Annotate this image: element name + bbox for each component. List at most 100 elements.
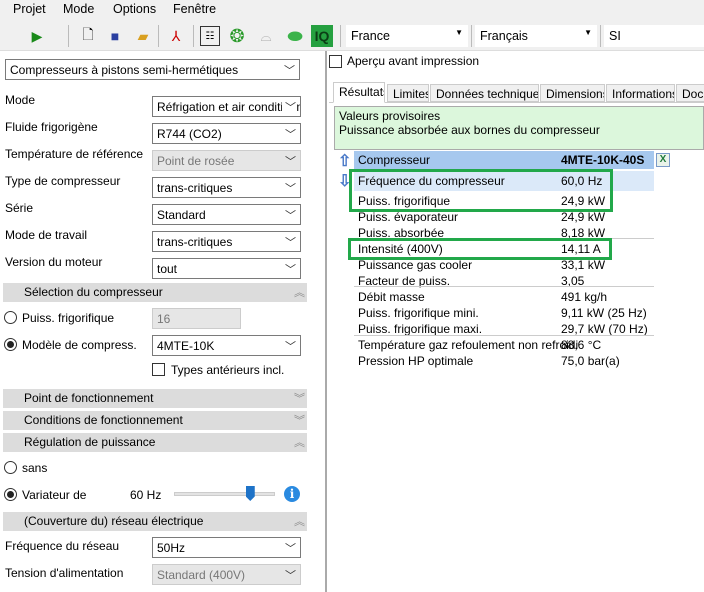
result-value: 9,11 kW (25 Hz): [561, 306, 647, 320]
collapse-icon[interactable]: ︽: [294, 284, 305, 300]
product-type-value: Compresseurs à pistons semi-hermétiques: [10, 63, 239, 77]
freq-reseau-value: 50Hz: [157, 541, 186, 555]
result-value: 88,6 °C: [561, 338, 602, 352]
radio-sans[interactable]: [4, 461, 17, 474]
tab[interactable]: Résultats: [333, 82, 385, 103]
tension-label: Tension d'alimentation: [5, 566, 124, 580]
field-label: Mode de travail: [5, 228, 88, 242]
field-value: Point de rosée: [157, 154, 235, 168]
result-label: Puiss. frigorifique mini.: [358, 306, 479, 320]
chevron-down-icon: ﹀: [282, 207, 296, 223]
field-value: R744 (CO2): [157, 127, 222, 141]
section-regulation-puissance[interactable]: Régulation de puissance ︽: [3, 433, 307, 452]
chevron-down-icon: ﹀: [282, 261, 296, 277]
open-folder-icon[interactable]: ▰: [133, 26, 153, 46]
section-conditions-fonctionnement[interactable]: Conditions de fonctionnement ︾: [3, 411, 307, 430]
field-select[interactable]: trans-critiques ﹀: [152, 231, 301, 252]
tab[interactable]: Informations: [606, 84, 675, 102]
country-select[interactable]: France ▼: [346, 25, 468, 47]
section-label: Régulation de puissance: [24, 435, 156, 449]
result-label: Puiss. frigorifique maxi.: [358, 322, 483, 336]
section-label: Point de fonctionnement: [24, 391, 154, 405]
expand-icon[interactable]: ︾: [294, 412, 305, 428]
field-value: Réfrigation et air conditionnement: [157, 100, 300, 114]
types-anterieurs-label: Types antérieurs incl.: [171, 363, 285, 377]
table-icon[interactable]: ☷: [200, 26, 220, 46]
language-select[interactable]: Français ▼: [475, 25, 597, 47]
sans-label: sans: [22, 461, 48, 475]
menu-fenetre[interactable]: Fenêtre: [173, 2, 216, 16]
chevron-down-icon: ﹀: [282, 99, 296, 115]
product-type-select[interactable]: Compresseurs à pistons semi-hermétiques ﹀: [5, 59, 300, 80]
info-icon[interactable]: i: [284, 486, 300, 502]
section-label: Conditions de fonctionnement: [24, 413, 183, 427]
menu-options[interactable]: Options: [113, 2, 156, 16]
iq-icon[interactable]: IQ: [311, 25, 333, 47]
excel-export-icon[interactable]: X: [656, 153, 670, 167]
modele-label: Modèle de compress.: [22, 338, 137, 352]
apercu-label: Aperçu avant impression: [347, 54, 480, 68]
field-select[interactable]: R744 (CO2) ﹀: [152, 123, 301, 144]
result-value: 75,0 bar(a): [561, 354, 620, 368]
puiss-value: 16: [157, 312, 171, 326]
collapse-icon[interactable]: ︽: [294, 513, 305, 529]
types-anterieurs-checkbox[interactable]: [152, 363, 165, 376]
field-label: Série: [5, 201, 34, 215]
chevron-down-icon: ﹀: [282, 540, 296, 556]
arrow-up-icon[interactable]: ⇧: [338, 151, 351, 171]
collapse-icon[interactable]: ︽: [294, 434, 305, 450]
pdf-icon[interactable]: ⅄: [166, 26, 186, 46]
condenser-icon[interactable]: ⌓: [256, 26, 276, 46]
expand-icon[interactable]: ︾: [294, 390, 305, 406]
puiss-frigorifique-input: 16: [152, 308, 241, 329]
chevron-down-icon: ﹀: [282, 180, 296, 196]
menu-projet[interactable]: Projet: [13, 2, 46, 16]
frequency-value: 60 Hz: [130, 488, 162, 502]
modele-select[interactable]: 4MTE-10K ﹀: [152, 335, 301, 356]
radio-variateur[interactable]: [4, 488, 17, 501]
chevron-down-icon: ﹀: [282, 234, 296, 250]
tab[interactable]: Données techniques: [430, 84, 539, 102]
units-select[interactable]: SI: [604, 25, 704, 47]
field-value: Standard: [157, 208, 206, 222]
radio-puiss-frigorifique[interactable]: [4, 311, 17, 324]
radio-modele-compress[interactable]: [4, 338, 17, 351]
field-select[interactable]: Standard ﹀: [152, 204, 301, 225]
chevron-down-icon: ﹀: [282, 567, 296, 583]
modele-value: 4MTE-10K: [157, 339, 215, 353]
section-point-fonctionnement[interactable]: Point de fonctionnement ︾: [3, 389, 307, 408]
tab[interactable]: Docu: [676, 84, 704, 102]
new-file-icon[interactable]: 🗋: [78, 26, 98, 46]
units-value: SI: [609, 29, 621, 43]
result-label: Débit masse: [358, 290, 425, 304]
frequency-slider[interactable]: [174, 492, 275, 496]
section-reseau-electrique[interactable]: (Couverture du) réseau électrique ︽: [3, 512, 307, 531]
field-value: trans-critiques: [157, 235, 233, 249]
compressor-icon[interactable]: ❂: [227, 26, 247, 46]
section-label: Sélection du compresseur: [24, 285, 163, 299]
field-select[interactable]: Réfrigation et air conditionnement﹀: [152, 96, 301, 117]
tab[interactable]: Limites: [387, 84, 429, 102]
menu-mode[interactable]: Mode: [63, 2, 94, 16]
field-select[interactable]: trans-critiques ﹀: [152, 177, 301, 198]
save-icon[interactable]: ■: [105, 26, 125, 46]
result-label: Puissance gas cooler: [358, 258, 473, 272]
dropdown-arrow-icon: ▼: [455, 28, 463, 37]
compressor-model: 4MTE-10K-40S: [561, 153, 645, 167]
play-icon[interactable]: ▶: [27, 26, 47, 46]
section-selection-compresseur[interactable]: Sélection du compresseur ︽: [3, 283, 307, 302]
country-value: France: [351, 29, 390, 43]
result-label: Puiss. évaporateur: [358, 210, 459, 224]
cylinder-icon[interactable]: ⬬: [285, 26, 305, 46]
toolbar: ▶ 🗋 ■ ▰ ⅄ ☷ ❂ ⌓ ⬬ IQ France ▼ Français ▼ S…: [0, 21, 704, 51]
result-value: 491 kg/h: [561, 290, 608, 304]
apercu-checkbox[interactable]: [329, 55, 342, 68]
field-label: Type de compresseur: [5, 174, 121, 188]
chevron-down-icon: ﹀: [282, 126, 296, 142]
language-value: Français: [480, 29, 528, 43]
field-select[interactable]: tout ﹀: [152, 258, 301, 279]
freq-reseau-select[interactable]: 50Hz ﹀: [152, 537, 301, 558]
tab[interactable]: Dimensions: [540, 84, 605, 102]
info-line: Valeurs provisoires: [339, 109, 441, 123]
result-value: 33,1 kW: [561, 258, 606, 272]
